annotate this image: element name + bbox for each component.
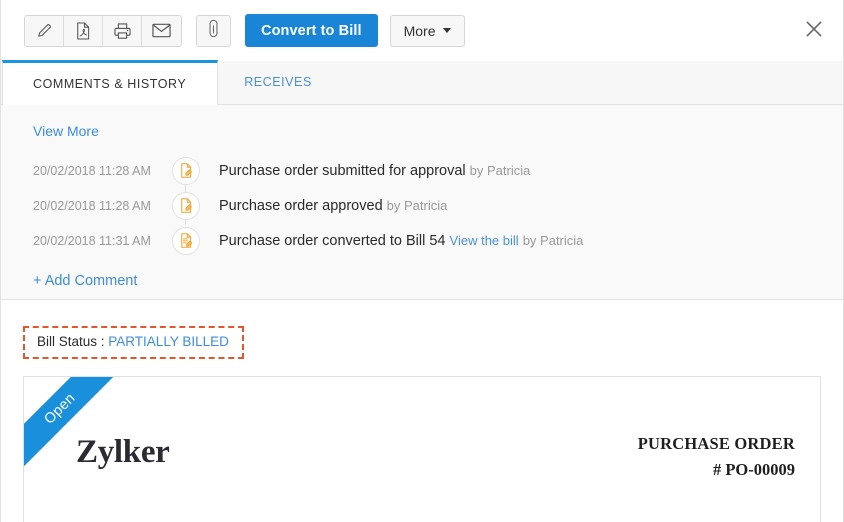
pdf-button[interactable]: [64, 16, 103, 46]
timeline-entry-author: by Patricia: [470, 163, 531, 178]
more-button[interactable]: More: [390, 15, 465, 47]
company-logo-text: Zylker: [76, 434, 170, 471]
timeline-entry-text: Purchase order submitted for approval by…: [219, 163, 530, 179]
more-button-label: More: [404, 23, 436, 39]
timeline-entry-author: by Patricia: [523, 233, 584, 248]
view-the-bill-link[interactable]: View the bill: [450, 233, 519, 248]
action-toolbar: Convert to Bill More: [1, 0, 843, 61]
edit-button[interactable]: [25, 16, 64, 46]
timeline-entry-message: Purchase order approved: [219, 198, 383, 214]
activity-timeline: 20/02/2018 11:28 AM Purchase order submi…: [33, 153, 843, 258]
tab-comments-history-label: COMMENTS & HISTORY: [33, 77, 186, 91]
document-number: # PO-00009: [638, 460, 795, 480]
tab-comments-history[interactable]: COMMENTS & HISTORY: [2, 60, 218, 105]
document-meta: PURCHASE ORDER # PO-00009: [638, 434, 795, 480]
convert-to-bill-button[interactable]: Convert to Bill: [245, 14, 378, 47]
timeline-entry-date: 20/02/2018 11:28 AM: [33, 164, 153, 178]
bill-status-section: Bill Status : PARTIALLY BILLED: [1, 300, 843, 359]
email-button[interactable]: [142, 16, 181, 46]
chevron-down-icon: [443, 28, 451, 33]
edit-icon: [36, 22, 53, 39]
timeline-entry: 20/02/2018 11:31 AM Purchase order conve…: [33, 223, 843, 258]
timeline-entry-text: Purchase order converted to Bill 54 View…: [219, 233, 583, 249]
close-button[interactable]: [795, 12, 833, 50]
timeline-entry-message: Purchase order submitted for approval: [219, 163, 466, 179]
bill-status-badge: Bill Status : PARTIALLY BILLED: [23, 326, 244, 359]
attachment-icon: [209, 19, 218, 43]
timeline-entry-message: Purchase order converted to Bill 54: [219, 233, 446, 249]
attachment-button[interactable]: [196, 15, 231, 47]
document-action-group: [24, 15, 182, 47]
tab-receives-label: RECEIVES: [244, 75, 312, 89]
print-icon: [113, 22, 132, 40]
tab-receives[interactable]: RECEIVES: [218, 60, 338, 104]
view-more-link[interactable]: View More: [33, 123, 99, 139]
pdf-icon: [75, 22, 91, 40]
email-icon: [152, 23, 171, 38]
purchase-order-preview: Open Zylker PURCHASE ORDER # PO-00009: [23, 376, 821, 522]
close-icon: [804, 19, 824, 44]
tab-bar: COMMENTS & HISTORY RECEIVES: [1, 61, 843, 105]
bill-status-value: PARTIALLY BILLED: [108, 334, 229, 349]
timeline-entry-author: by Patricia: [387, 198, 448, 213]
document-header: Zylker PURCHASE ORDER # PO-00009: [24, 377, 820, 480]
document-edit-icon: [172, 192, 200, 220]
document-title: PURCHASE ORDER: [638, 434, 795, 454]
comments-history-panel: View More 20/02/2018 11:28 AM Purchase o…: [1, 105, 843, 300]
timeline-entry: 20/02/2018 11:28 AM Purchase order appro…: [33, 188, 843, 223]
purchase-order-detail-panel: Convert to Bill More COMMENTS & HISTORY …: [0, 0, 844, 522]
timeline-entry-date: 20/02/2018 11:28 AM: [33, 199, 153, 213]
document-edit-icon: [172, 157, 200, 185]
add-comment-link[interactable]: + Add Comment: [33, 273, 137, 289]
timeline-entry-date: 20/02/2018 11:31 AM: [33, 234, 153, 248]
bill-status-label: Bill Status :: [37, 334, 105, 349]
timeline-entry: 20/02/2018 11:28 AM Purchase order submi…: [33, 153, 843, 188]
print-button[interactable]: [103, 16, 142, 46]
timeline-entry-text: Purchase order approved by Patricia: [219, 198, 447, 214]
document-lines-edit-icon: [172, 227, 200, 255]
